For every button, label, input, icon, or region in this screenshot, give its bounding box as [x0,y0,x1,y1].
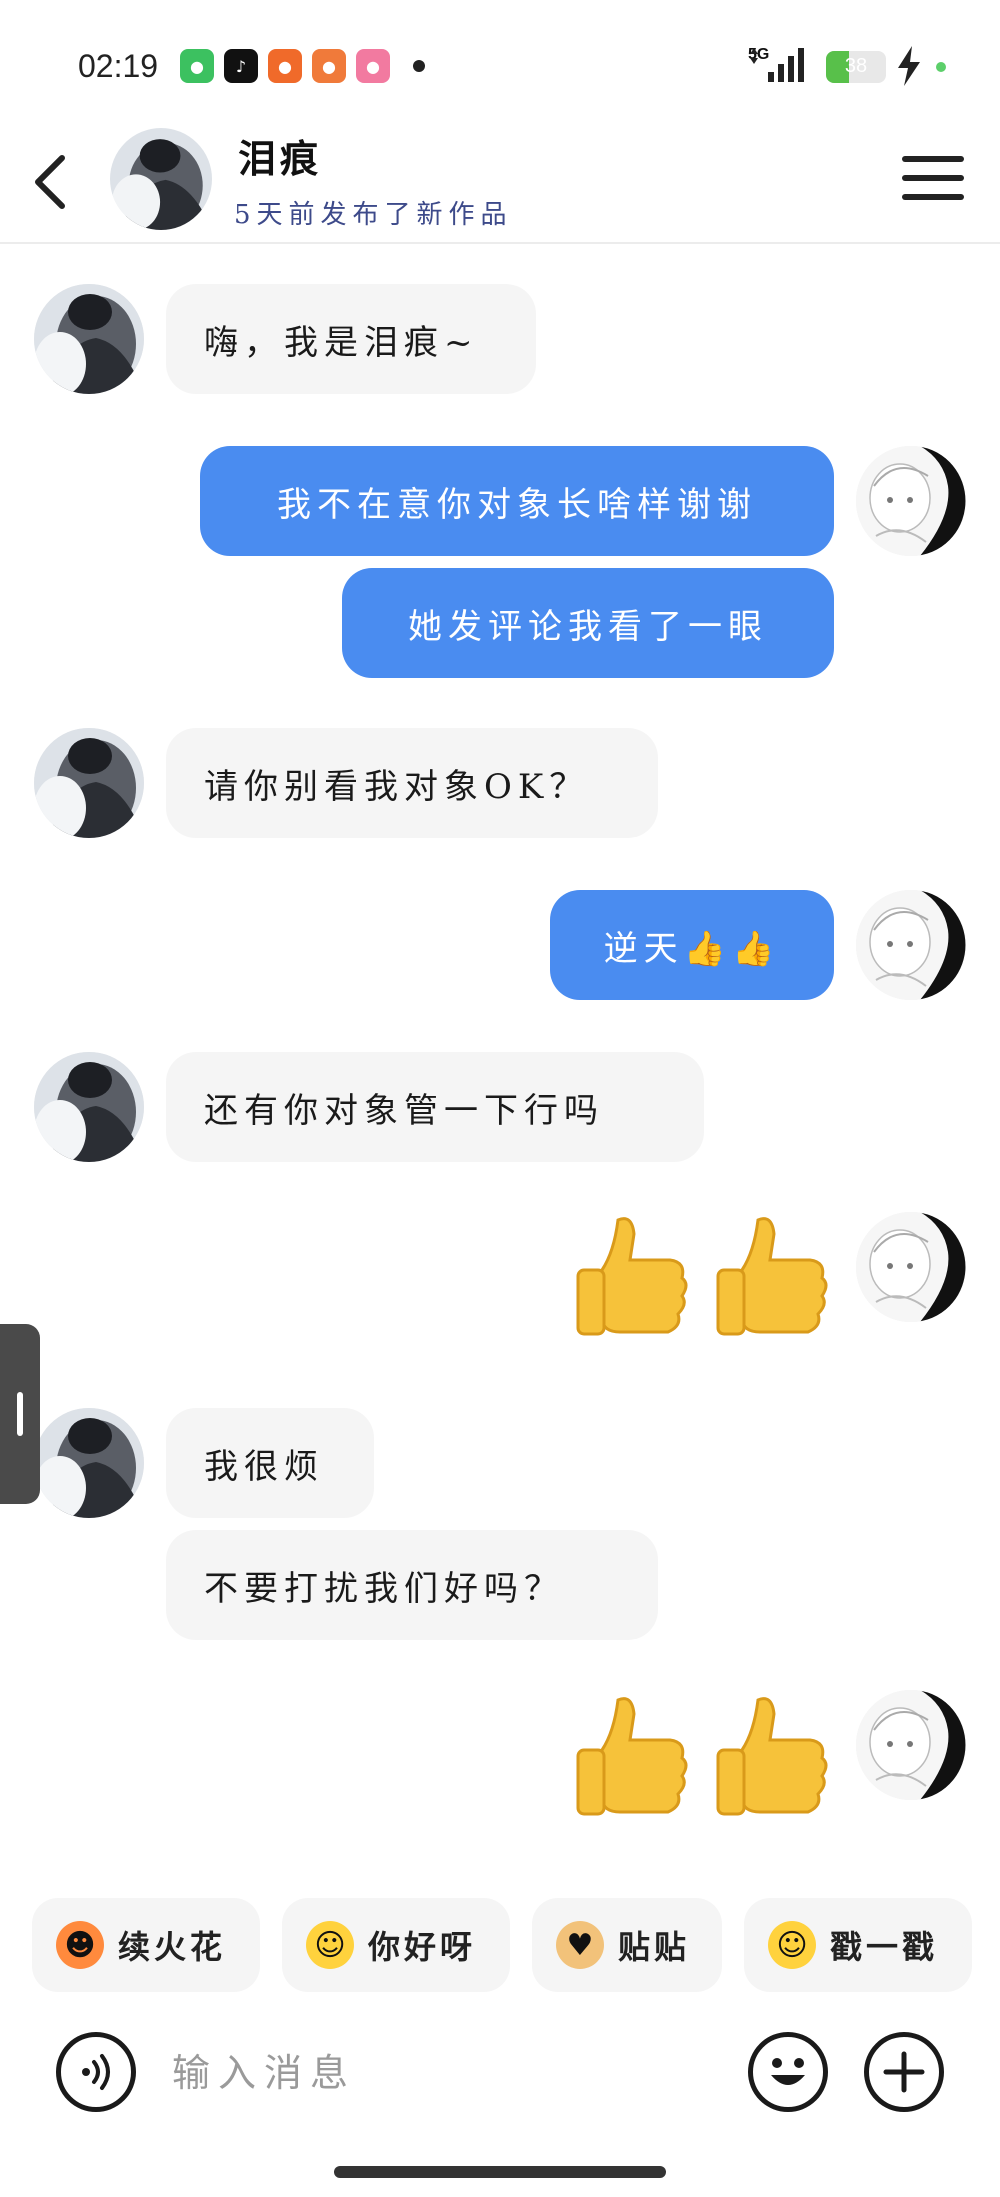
emoji-message[interactable]: 👍👍 [574,1692,834,1822]
contact-avatar[interactable] [110,128,212,230]
plus-icon [883,2051,925,2093]
incoming-message[interactable]: 还有你对象管一下行吗 [166,1052,704,1162]
quick-reply-nihaoya[interactable]: ☺ 你好呀 [282,1898,510,1992]
charging-icon [898,46,920,86]
contact-status[interactable]: 5天前发布了新作品 [234,194,513,231]
contact-avatar[interactable] [34,284,144,394]
shopping-app-icon: ● [312,49,346,83]
my-avatar[interactable] [856,890,966,1000]
incoming-message[interactable]: 我很烦 [166,1408,374,1518]
message-input[interactable] [172,2038,732,2108]
smiley-face-icon [771,2058,805,2085]
laughing-face-icon: ☺ [306,1921,354,1969]
emoji-button[interactable] [748,2032,828,2112]
outgoing-message[interactable]: 我不在意你对象长啥样谢谢 [200,446,834,556]
incoming-message[interactable]: 不要打扰我们好吗？ [166,1530,658,1640]
chat-header: 泪痕 5天前发布了新作品 [0,120,1000,244]
quick-reply-label: 你好呀 [368,1928,477,1966]
message-text: 请你别看我对象OK？ [204,766,590,807]
dog-hug-icon: ♥ [556,1921,604,1969]
message-text: 嗨，我是泪痕~ [204,322,479,363]
incoming-message[interactable]: 请你别看我对象OK？ [166,728,658,838]
thumbs-up-icon [716,1697,828,1816]
message-text: 她发评论我看了一眼 [408,606,768,647]
my-avatar[interactable] [856,1690,966,1800]
quick-reply-chuoyichuo[interactable]: ☺ 戳一戳 [744,1898,972,1992]
my-avatar[interactable] [856,446,966,556]
quick-reply-label: 续火花 [118,1928,227,1966]
outgoing-message[interactable]: 逆天👍👍 [550,890,834,1000]
my-avatar[interactable] [856,1212,966,1322]
outgoing-message[interactable]: 她发评论我看了一眼 [342,568,834,678]
menu-button[interactable] [900,148,966,208]
voice-icon [82,2054,110,2090]
privacy-indicator-icon [936,62,946,72]
home-indicator[interactable] [334,2166,666,2178]
fire-face-icon: ☻ [56,1921,104,1969]
voice-button[interactable] [56,2032,136,2112]
smirk-face-icon: ☺ [768,1921,816,1969]
quick-reply-label: 贴贴 [618,1928,691,1966]
bilibili-icon: ● [356,49,390,83]
douyin-icon: ♪ [224,49,258,83]
message-text: 我不在意你对象长啥样谢谢 [277,484,757,525]
quick-reply-tietie[interactable]: ♥ 贴贴 [532,1898,722,1992]
thumbs-up-icon [716,1217,828,1336]
message-input-bar [32,2018,968,2128]
back-button[interactable] [20,142,80,222]
menu-icon [902,156,964,162]
kuaishou-icon: ● [268,49,302,83]
signal-icon: 5G [748,46,816,86]
emoji-message[interactable]: 👍👍 [574,1212,834,1342]
contact-avatar[interactable] [34,1408,144,1518]
floating-side-handle[interactable] [0,1324,40,1504]
contact-avatar[interactable] [34,728,144,838]
message-text: 我很烦 [204,1446,324,1487]
message-text: 不要打扰我们好吗？ [204,1568,564,1609]
thumbs-up-icon [576,1697,688,1816]
incoming-message[interactable]: 嗨，我是泪痕~ [166,284,536,394]
contact-avatar[interactable] [34,1052,144,1162]
thumbs-up-icon [576,1217,688,1336]
contact-name: 泪痕 [238,136,323,181]
quick-reply-bar: ☻ 续火花 ☺ 你好呀 ♥ 贴贴 ☺ 戳一戳 [0,1898,1000,1992]
message-text: 还有你对象管一下行吗 [204,1090,604,1131]
more-options-button[interactable] [864,2032,944,2112]
message-text: 逆天👍👍 [603,928,781,969]
quick-reply-label: 戳一戳 [830,1928,939,1966]
battery-icon: 38 [826,51,886,83]
status-bar: 02:19 ● ♪ ● ● ● 5G 38 [0,0,1000,120]
battery-level: 38 [844,55,868,77]
chevron-left-icon [35,155,65,209]
notification-dot-icon [413,60,425,72]
status-time: 02:19 [78,48,159,84]
quick-reply-xuhuohua[interactable]: ☻ 续火花 [32,1898,260,1992]
wechat-icon: ● [180,49,214,83]
